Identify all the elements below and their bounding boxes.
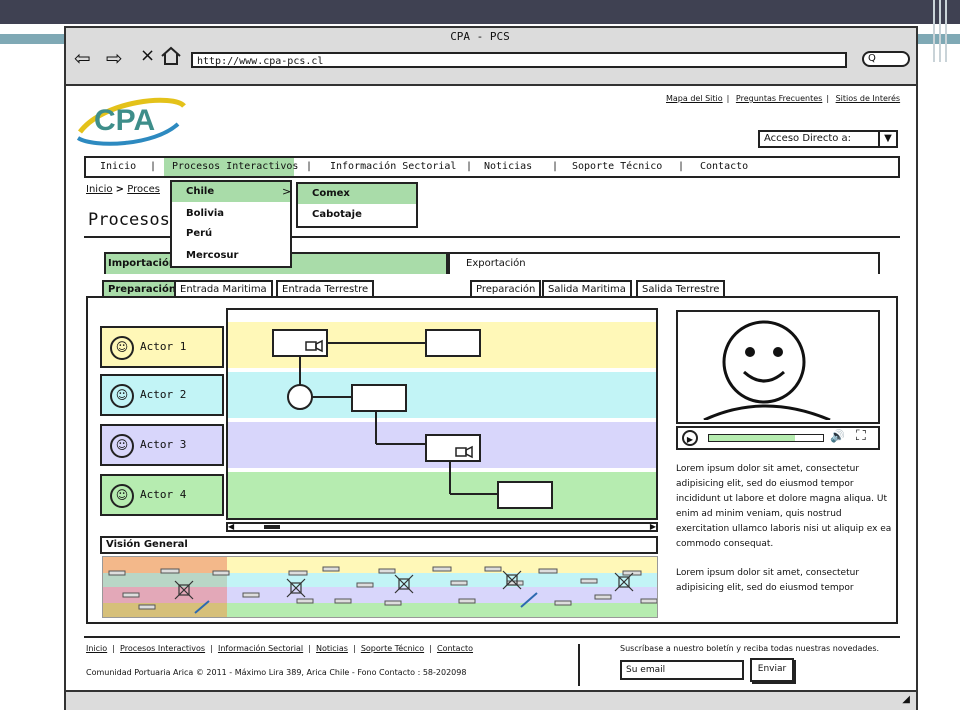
stop-x-icon[interactable]: × — [140, 46, 155, 66]
home-icon[interactable] — [160, 46, 182, 66]
acceso-directo-select[interactable]: Acceso Directo a: ▼ — [758, 130, 898, 148]
video-progress-fill — [709, 435, 795, 441]
breadcrumb-inicio[interactable]: Inicio — [86, 184, 112, 195]
scroll-thumb[interactable] — [264, 525, 280, 529]
nav-separator: | — [552, 161, 559, 172]
nav-item-inicio[interactable]: Inicio — [100, 158, 136, 176]
fullscreen-icon[interactable]: ⛶ — [856, 428, 866, 444]
back-arrow-icon[interactable]: ⇦ — [74, 48, 91, 68]
smiley-icon: ☺ — [110, 484, 134, 508]
copyright-text: Comunidad Portuaria Arica © 2011 - Máxim… — [86, 668, 467, 677]
footer-links: Inicio | Procesos Interactivos | Informa… — [86, 644, 474, 653]
resize-grip-icon[interactable]: ◢ — [902, 694, 910, 705]
window-statusbar: ◢ — [66, 690, 916, 710]
process-box[interactable] — [351, 384, 407, 412]
tab-exportacion[interactable]: Exportación — [448, 252, 880, 274]
link-preguntas-frecuentes[interactable]: Preguntas Frecuentes — [736, 94, 822, 103]
footer-link-noticias[interactable]: Noticias — [316, 644, 348, 653]
nav-item-informacion-sectorial[interactable]: Información Sectorial — [330, 158, 456, 176]
dropdown-arrow-icon[interactable]: ▼ — [878, 132, 896, 146]
smiley-icon: ☺ — [110, 434, 134, 458]
forward-arrow-icon[interactable]: ⇨ — [106, 48, 123, 68]
nav-separator: | — [150, 161, 157, 172]
menu-item-mercosur[interactable]: Mercosur — [186, 250, 238, 261]
send-button[interactable]: Enviar — [750, 658, 794, 682]
slide-top-bar — [0, 0, 960, 24]
url-input[interactable]: http://www.cpa-pcs.cl — [191, 52, 847, 68]
overview-minimap[interactable] — [102, 556, 658, 618]
start-event-circle[interactable] — [287, 384, 313, 410]
footer-link-procesos[interactable]: Procesos Interactivos — [120, 644, 205, 653]
top-links: Mapa del Sitio | Preguntas Frecuentes | Si… — [666, 94, 901, 103]
smiley-icon: ☺ — [110, 336, 134, 360]
footer-link-contacto[interactable]: Contacto — [437, 644, 473, 653]
footer-link-inicio[interactable]: Inicio — [86, 644, 107, 653]
process-box[interactable] — [497, 481, 553, 509]
main-nav: Inicio | Procesos Interactivos | Informa… — [84, 156, 900, 178]
menu-item-cabotaje[interactable]: Cabotaje — [312, 209, 362, 220]
nav-item-contacto[interactable]: Contacto — [700, 158, 748, 176]
breadcrumb: Inicio > Proces — [86, 184, 160, 195]
link-mapa-del-sitio[interactable]: Mapa del Sitio — [666, 94, 723, 103]
link-sitios-de-interes[interactable]: Sitios de Interés — [836, 94, 901, 103]
footer-link-informacion[interactable]: Información Sectorial — [218, 644, 303, 653]
flow-diagram — [272, 329, 553, 509]
video-area[interactable] — [676, 310, 880, 424]
video-placeholder-face — [703, 320, 831, 420]
menu-item-chile[interactable]: Chile — [186, 186, 214, 197]
tab-importacion-label: Importación — [108, 258, 176, 269]
actor-1[interactable]: ☺ Actor 1 — [100, 326, 224, 368]
description-text-1: Lorem ipsum dolor sit amet, consectetur … — [676, 464, 892, 549]
video-progress-track[interactable] — [708, 434, 824, 442]
menu-item-peru[interactable]: Perú — [186, 228, 212, 239]
nav-item-soporte-tecnico[interactable]: Soporte Técnico — [572, 158, 662, 176]
email-input[interactable]: Su email — [620, 660, 744, 680]
actor-4-label: Actor 4 — [140, 488, 187, 501]
diagram-scrollbar[interactable]: ◀ ▶ — [226, 522, 658, 532]
actor-4[interactable]: ☺ Actor 4 — [100, 474, 224, 516]
breadcrumb-current[interactable]: Proces — [127, 184, 160, 195]
nav-item-procesos-interactivos[interactable]: Procesos Interactivos — [172, 158, 298, 176]
vision-general-title: Visión General — [100, 536, 658, 554]
acceso-directo-label: Acceso Directo a: — [764, 133, 852, 144]
scroll-right-icon[interactable]: ▶ — [650, 522, 656, 531]
process-box[interactable] — [425, 329, 481, 357]
menu-item-comex[interactable]: Comex — [312, 188, 350, 199]
smiley-icon: ☺ — [110, 384, 134, 408]
nav-separator: | — [466, 161, 473, 172]
actor-2[interactable]: ☺ Actor 2 — [100, 374, 224, 416]
page-title: Procesos — [88, 210, 170, 230]
tab-exportacion-label: Exportación — [466, 258, 526, 269]
actor-1-label: Actor 1 — [140, 340, 187, 353]
window-title: CPA - PCS — [450, 30, 510, 43]
nav-separator: | — [306, 161, 313, 172]
logo-text: CPA — [94, 104, 155, 137]
nav-separator: | — [678, 161, 685, 172]
breadcrumb-separator: > — [115, 184, 125, 195]
browser-search-icon[interactable]: Q — [862, 51, 910, 67]
play-icon[interactable]: ▶ — [682, 430, 698, 446]
description-text-2: Lorem ipsum dolor sit amet, consectetur … — [676, 568, 860, 593]
cpa-logo: CPA — [76, 97, 186, 146]
menu-item-bolivia[interactable]: Bolivia — [186, 208, 224, 219]
nav-item-noticias[interactable]: Noticias — [484, 158, 532, 176]
submenu-arrow-icon: > — [282, 185, 292, 198]
video-controls: ▶ 🔊 ⛶ — [676, 426, 880, 450]
actor-3-label: Actor 3 — [140, 438, 187, 451]
footer-link-soporte[interactable]: Soporte Técnico — [361, 644, 424, 653]
scroll-left-icon[interactable]: ◀ — [228, 522, 234, 531]
newsletter-text: Suscríbase a nuestro boletín y reciba to… — [620, 644, 880, 653]
actor-3[interactable]: ☺ Actor 3 — [100, 424, 224, 466]
footer-divider — [84, 636, 900, 638]
actor-2-label: Actor 2 — [140, 388, 187, 401]
footer-separator — [578, 644, 580, 686]
volume-icon[interactable]: 🔊 — [830, 429, 845, 443]
